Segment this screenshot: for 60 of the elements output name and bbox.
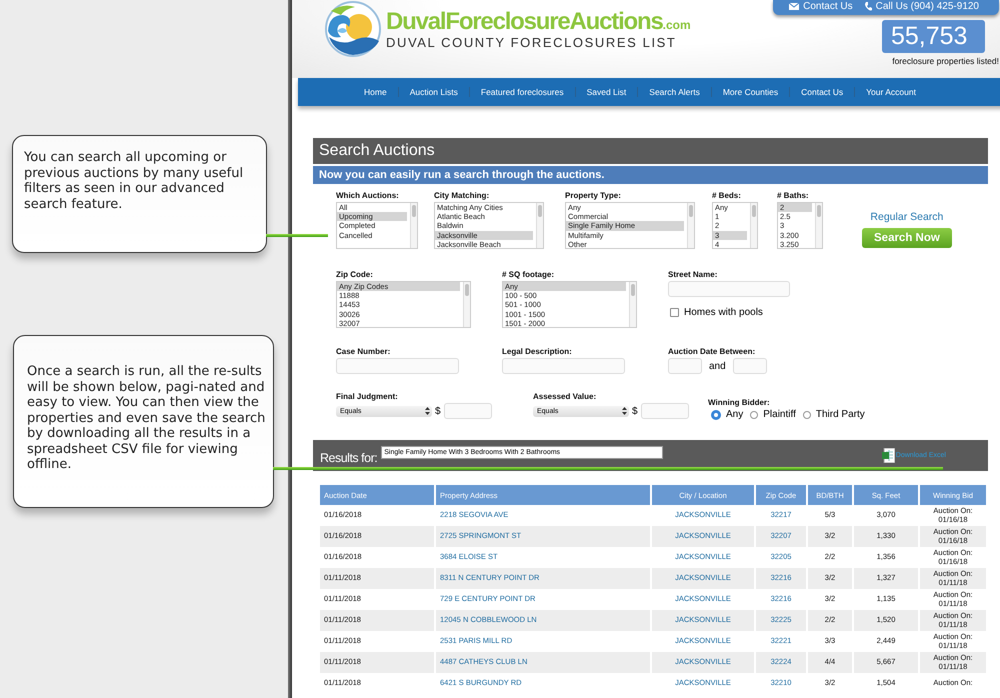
field-label: Legal Description: — [502, 347, 573, 356]
nav-link[interactable]: Contact Us — [790, 87, 856, 97]
brand-domain: .com — [662, 18, 691, 32]
pools-checkbox[interactable] — [670, 308, 679, 317]
tagline: DUVAL COUNTY FORECLOSURES LIST — [386, 35, 678, 50]
section-title: Search Auctions — [313, 138, 988, 164]
results-label: Results for: — [320, 451, 378, 465]
nav-link[interactable]: More Counties — [712, 87, 790, 97]
callout-note: Once a search is run, all the re-sults will be shown below, pagi-nated and easy to view. You can then view the properties and even save the search by downloading all the results in a spreadsheet CSV file for viewing offline. — [13, 335, 274, 508]
field-label: # SQ footage: — [502, 270, 556, 279]
radio-button[interactable] — [802, 410, 811, 418]
field-label: Winning Bidder: — [708, 398, 771, 407]
leader-line — [266, 234, 328, 237]
field-label: Zip Code: — [336, 270, 374, 279]
nav-link[interactable]: Saved List — [576, 87, 638, 97]
currency-sign: $ — [632, 406, 638, 416]
field-label: # Beds: — [712, 191, 742, 200]
street-name-field[interactable] — [668, 281, 790, 297]
currency-sign: $ — [435, 406, 441, 416]
date-field[interactable] — [668, 358, 702, 374]
field-label: Auction Date Between: — [668, 347, 756, 356]
updown-icon — [425, 407, 430, 415]
envelope-icon — [789, 3, 800, 10]
updown-icon — [622, 407, 627, 415]
callout-note: You can search all upcoming or previous auctions by many useful filters as seen in our advanced search feature. — [12, 135, 267, 253]
field-label: Assessed Value: — [533, 392, 598, 401]
and-label: and — [709, 360, 726, 372]
amount-field[interactable] — [640, 403, 689, 419]
phone-link[interactable]: Call Us (904) 425-9120 — [876, 1, 979, 12]
field-label: Street Name: — [668, 270, 718, 279]
field-label: Property Type: — [565, 191, 622, 200]
field-label: Final Judgment: — [336, 392, 399, 401]
spreadsheet-icon — [882, 448, 895, 463]
checkbox-label: Homes with pools — [684, 307, 763, 318]
field-label: # Baths: — [777, 191, 810, 200]
case-number-field[interactable] — [336, 358, 459, 374]
radio-button[interactable] — [711, 410, 721, 420]
counter-caption: foreclosure properties listed! — [892, 56, 999, 66]
contact-link[interactable]: Contact Us — [803, 1, 853, 12]
radio-label: Plaintiff — [763, 409, 796, 420]
field-label: City Matching: — [434, 191, 490, 200]
amount-field[interactable] — [444, 403, 492, 419]
field-label: Which Auctions: — [336, 191, 400, 200]
field-label: Case Number: — [336, 347, 392, 356]
nav-link[interactable]: Featured foreclosures — [470, 87, 576, 97]
phone-icon — [864, 2, 872, 11]
date-field[interactable] — [732, 358, 767, 374]
radio-button[interactable] — [750, 410, 758, 418]
radio-label: Third Party — [816, 409, 865, 420]
legal-description-field[interactable] — [502, 358, 625, 374]
regular-search-link[interactable]: Regular Search — [870, 211, 944, 223]
nav-link[interactable]: Auction Lists — [398, 87, 470, 97]
brand-name: DuvalForeclosureAuctions — [386, 8, 663, 36]
nav-link[interactable]: Your Account — [855, 87, 927, 97]
nav-link[interactable]: Search Alerts — [638, 87, 712, 97]
nav-link[interactable]: Home — [353, 87, 399, 97]
property-counter: 55,753 — [882, 20, 985, 53]
wave-logo-icon — [323, 1, 383, 57]
radio-label: Any — [726, 409, 744, 420]
section-subtitle: Now you can easily run a search through the auctions. — [313, 166, 988, 184]
